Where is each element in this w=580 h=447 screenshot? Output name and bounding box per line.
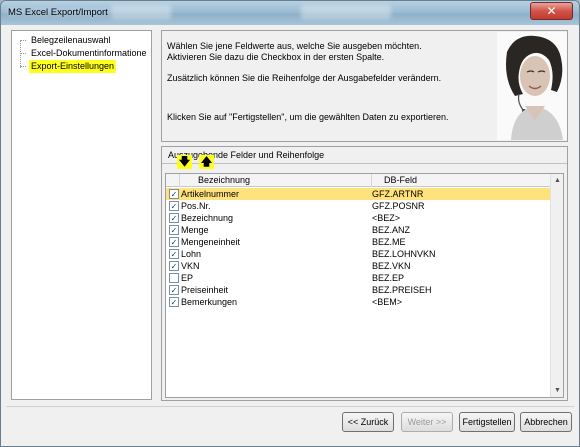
footer-divider <box>6 406 574 407</box>
cell-db-feld: BEZ.LOHNVKN <box>372 249 436 259</box>
background-blur <box>111 5 171 19</box>
tree-item-label: Excel-Dokumentinformatione <box>31 48 147 58</box>
cell-bezeichnung: Mengeneinheit <box>181 237 241 247</box>
support-agent-illustration <box>497 32 567 140</box>
finish-button[interactable]: Fertigstellen <box>459 412 515 432</box>
support-agent-photo <box>497 32 567 140</box>
cell-db-feld: GFZ.POSNR <box>372 201 425 211</box>
table-row[interactable]: ✓ Artikelnummer GFZ.ARTNR <box>166 188 551 200</box>
grid-header: Bezeichnung DB-Feld <box>166 174 551 187</box>
background-blur <box>301 5 391 19</box>
group-divider <box>162 163 567 164</box>
cell-db-feld: BEZ.VKN <box>372 261 411 271</box>
cell-bezeichnung: Bemerkungen <box>181 297 238 307</box>
cell-bezeichnung: Artikelnummer <box>181 189 240 199</box>
info-line: Wählen Sie jene Feldwerte aus, welche Si… <box>167 41 422 51</box>
title-bar[interactable]: MS Excel Export/Import ✕ <box>1 1 579 25</box>
table-row[interactable]: ✓ Lohn BEZ.LOHNVKN <box>166 248 551 260</box>
move-up-button[interactable]: 🡅 <box>199 155 214 169</box>
row-checkbox[interactable]: ✓ <box>169 297 179 307</box>
row-checkbox[interactable]: ✓ <box>169 285 179 295</box>
arrow-up-icon: 🡅 <box>200 156 213 168</box>
dialog-body: Belegzeilenauswahl Excel-Dokumentinforma… <box>6 25 574 441</box>
cell-db-feld: BEZ.EP <box>372 273 405 283</box>
row-checkbox[interactable] <box>169 273 179 283</box>
row-checkbox[interactable]: ✓ <box>169 237 179 247</box>
export-dialog-window: MS Excel Export/Import ✕ Belegzeilenausw… <box>0 0 580 447</box>
step-tree[interactable]: Belegzeilenauswahl Excel-Dokumentinforma… <box>11 30 152 400</box>
row-checkbox[interactable]: ✓ <box>169 213 179 223</box>
info-panel: Wählen Sie jene Feldwerte aus, welche Si… <box>161 30 568 142</box>
cell-bezeichnung: EP <box>181 273 194 283</box>
move-down-button[interactable]: 🡇 <box>177 155 192 169</box>
info-line: Zusätzlich können Sie die Reihenfolge de… <box>167 73 442 83</box>
table-row[interactable]: ✓ Bemerkungen <BEM> <box>166 296 551 308</box>
table-row[interactable]: ✓ Pos.Nr. GFZ.POSNR <box>166 200 551 212</box>
tree-item-belegzeilenauswahl[interactable]: Belegzeilenauswahl <box>20 34 151 47</box>
row-checkbox[interactable]: ✓ <box>169 261 179 271</box>
tree-connector <box>20 40 26 41</box>
tree-connector <box>20 53 26 54</box>
tree-item-label: Export-Einstellungen <box>29 60 117 73</box>
tree-item-export-einstellungen[interactable]: Export-Einstellungen <box>20 60 151 73</box>
cell-db-feld: <BEZ> <box>372 213 401 223</box>
back-button[interactable]: << Zurück <box>342 412 394 432</box>
row-checkbox[interactable]: ✓ <box>169 201 179 211</box>
info-line: Klicken Sie auf "Fertigstellen", um die … <box>167 112 449 122</box>
column-header-db-feld[interactable]: DB-Feld <box>372 174 551 187</box>
tree-item-label: Belegzeilenauswahl <box>31 35 111 45</box>
row-checkbox[interactable]: ✓ <box>169 189 179 199</box>
table-row[interactable]: EP BEZ.EP <box>166 272 551 284</box>
cell-bezeichnung: Menge <box>181 225 209 235</box>
window-title: MS Excel Export/Import <box>8 7 108 18</box>
scroll-up-icon[interactable]: ▲ <box>552 175 563 186</box>
cell-db-feld: BEZ.PREISEH <box>372 285 432 295</box>
close-button[interactable]: ✕ <box>530 2 573 20</box>
table-row[interactable]: ✓ VKN BEZ.VKN <box>166 260 551 272</box>
table-row[interactable]: ✓ Menge BEZ.ANZ <box>166 224 551 236</box>
cancel-button[interactable]: Abbrechen <box>520 412 572 432</box>
vertical-scrollbar[interactable]: ▲ ▼ <box>550 174 563 397</box>
table-row[interactable]: ✓ Mengeneinheit BEZ.ME <box>166 236 551 248</box>
cell-db-feld: BEZ.ANZ <box>372 225 411 235</box>
column-header-bezeichnung[interactable]: Bezeichnung <box>180 174 372 187</box>
scroll-down-icon[interactable]: ▼ <box>552 385 563 396</box>
table-row[interactable]: ✓ Bezeichnung <BEZ> <box>166 212 551 224</box>
cell-db-feld: BEZ.ME <box>372 237 406 247</box>
cell-db-feld: <BEM> <box>372 297 403 307</box>
cell-bezeichnung: VKN <box>181 261 200 271</box>
arrow-down-icon: 🡇 <box>178 156 191 168</box>
next-button[interactable]: Weiter >> <box>401 412 453 432</box>
table-row[interactable]: ✓ Preiseinheit BEZ.PREISEH <box>166 284 551 296</box>
row-checkbox[interactable]: ✓ <box>169 225 179 235</box>
header-checkbox-column <box>166 174 180 187</box>
cell-bezeichnung: Pos.Nr. <box>181 201 211 211</box>
tree-connector <box>20 66 26 67</box>
fields-grid[interactable]: Bezeichnung DB-Feld ✓ Artikelnummer GFZ.… <box>165 173 564 398</box>
cell-db-feld: GFZ.ARTNR <box>372 189 424 199</box>
cell-bezeichnung: Lohn <box>181 249 202 259</box>
fields-group: Auszugebende Felder und Reihenfolge 🡇 🡅 … <box>161 146 568 401</box>
tree-item-excel-dokumentinformationen[interactable]: Excel-Dokumentinformatione <box>20 47 151 60</box>
row-checkbox[interactable]: ✓ <box>169 249 179 259</box>
cell-bezeichnung: Bezeichnung <box>181 213 234 223</box>
info-line: Aktivieren Sie dazu die Checkbox in der … <box>167 52 385 62</box>
cell-bezeichnung: Preiseinheit <box>181 285 229 295</box>
